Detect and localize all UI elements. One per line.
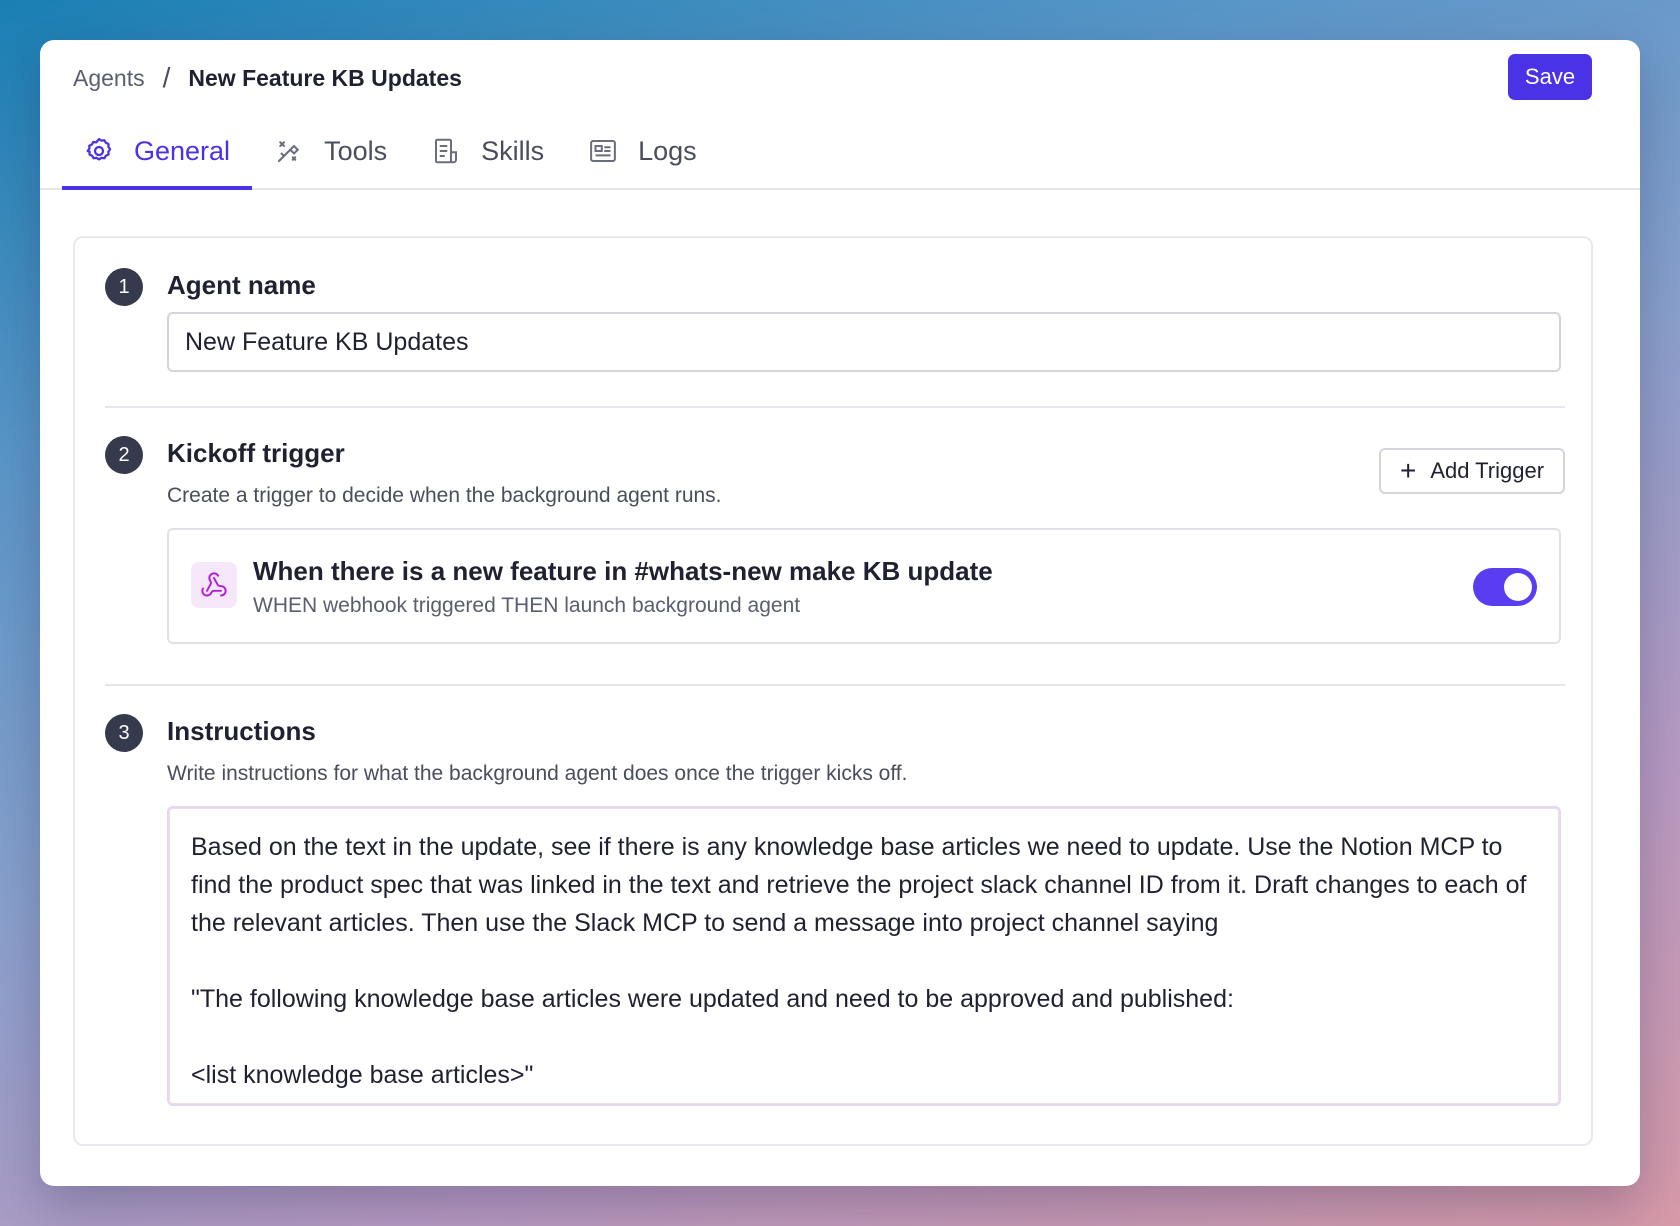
header: Agents / New Feature KB Updates Save Gen… [40,40,1640,190]
breadcrumb-agents-link[interactable]: Agents [73,65,145,92]
agent-name-section: 1 Agent name [105,268,1565,378]
trigger-subtitle: WHEN webhook triggered THEN launch backg… [253,594,801,617]
kickoff-trigger-section: 2 Kickoff trigger Create a trigger to de… [105,436,1565,646]
step-number-badge: 2 [105,436,143,474]
tab-bar: General Tools Skills Logs [62,116,719,190]
plus-icon: + [1399,455,1417,486]
breadcrumb-current: New Feature KB Updates [188,64,462,91]
tab-tools-label: Tools [324,135,388,166]
save-button[interactable]: Save [1508,54,1592,100]
section-title: Instructions [167,716,316,746]
settings-card: 1 Agent name 2 Kickoff trigger Create a … [73,236,1593,1146]
gear-icon [84,136,114,166]
document-icon [431,136,461,166]
section-divider [105,406,1565,408]
instructions-textarea[interactable]: Based on the text in the update, see if … [167,806,1561,1106]
breadcrumb-separator: / [162,62,171,93]
section-description: Write instructions for what the backgrou… [167,762,908,785]
tab-skills[interactable]: Skills [409,116,566,190]
instructions-section: 3 Instructions Write instructions for wh… [105,714,1565,1114]
tab-general-label: General [134,135,231,166]
section-divider [105,684,1565,686]
agent-editor-window: Agents / New Feature KB Updates Save Gen… [40,40,1640,1186]
toggle-knob [1504,573,1532,601]
section-description: Create a trigger to decide when the back… [167,484,722,507]
add-trigger-label: Add Trigger [1430,458,1545,483]
webhook-icon [191,562,237,608]
breadcrumb: Agents / New Feature KB Updates [73,62,462,94]
tab-tools[interactable]: Tools [252,116,409,190]
tab-logs[interactable]: Logs [566,116,719,190]
section-title: Agent name [167,270,316,300]
trigger-title: When there is a new feature in #whats-ne… [253,556,993,586]
tab-logs-label: Logs [638,135,697,166]
step-number-badge: 3 [105,714,143,752]
add-trigger-button[interactable]: + Add Trigger [1379,448,1565,494]
trigger-item[interactable]: When there is a new feature in #whats-ne… [167,528,1561,644]
tab-general[interactable]: General [62,116,253,190]
tools-icon [274,136,304,166]
step-number-badge: 1 [105,268,143,306]
logs-icon [588,136,618,166]
trigger-enabled-toggle[interactable] [1473,568,1537,606]
tab-skills-label: Skills [481,135,545,166]
agent-name-input[interactable] [167,312,1561,372]
section-title: Kickoff trigger [167,438,345,468]
